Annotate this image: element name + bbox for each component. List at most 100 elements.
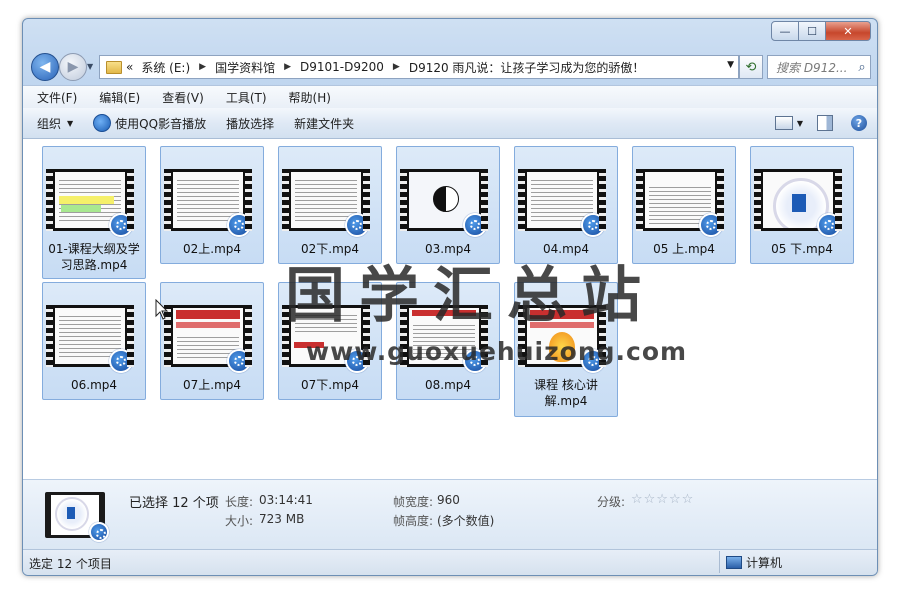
chevron-right-icon[interactable]: ▶ (194, 62, 211, 72)
computer-icon (726, 555, 742, 569)
arrow-left-icon: ◀ (39, 59, 51, 75)
file-tile[interactable]: 02上.mp4 (160, 146, 264, 264)
arrow-right-icon: ▶ (67, 59, 79, 75)
details-pane: 已选择 12 个项 长度: 03:14:41 大小: 723 MB 帧宽度: 9… (23, 479, 877, 550)
mouse-cursor-icon (155, 299, 169, 320)
length-label: 长度: (225, 495, 254, 509)
back-button[interactable]: ◀ (31, 53, 59, 81)
status-selection-text: 选定 12 个项目 (29, 557, 112, 571)
qq-player-icon (89, 522, 109, 542)
file-name: 06.mp4 (70, 378, 118, 392)
frame-width-value: 960 (437, 493, 460, 507)
search-icon[interactable]: ⌕ (854, 60, 870, 75)
qq-player-icon (699, 213, 723, 237)
minimize-button[interactable]: — (771, 21, 799, 41)
selection-count: 已选择 12 个项 (129, 496, 219, 511)
forward-button[interactable]: ▶ (59, 53, 87, 81)
caption-buttons: — ☐ ✕ (771, 21, 871, 41)
file-name: 07下.mp4 (300, 378, 360, 392)
refresh-icon: ⟲ (745, 59, 757, 75)
yin-yang-icon (433, 186, 459, 212)
organize-button[interactable]: 组织 ▼ (27, 115, 83, 132)
qq-player-icon (109, 213, 133, 237)
video-thumbnail (754, 169, 842, 237)
file-name: 02上.mp4 (182, 242, 242, 256)
file-tile[interactable]: 05 下.mp4 (750, 146, 854, 264)
video-thumbnail (46, 305, 134, 373)
explorer-window: — ☐ ✕ ◀ ▶ ▼ « 系统 (E:) ▶ 国学资料馆 ▶ D9101-D9… (22, 18, 878, 576)
breadcrumb-overflow[interactable]: « (122, 60, 137, 74)
status-bar: 选定 12 个项目 计算机 (23, 549, 877, 575)
change-view-icon[interactable] (774, 116, 793, 130)
video-thumbnail (164, 169, 252, 237)
file-name: 07上.mp4 (182, 378, 242, 392)
breadcrumb-folder-1[interactable]: 国学资料馆 (211, 59, 279, 76)
breadcrumb-drive[interactable]: 系统 (E:) (137, 59, 194, 76)
file-name: 课程 核心讲解.mp4 (534, 378, 598, 408)
search-box[interactable]: 搜索 D912... ⌕ (767, 55, 871, 79)
qq-player-icon (227, 213, 251, 237)
menu-edit[interactable]: 编辑(E) (91, 89, 148, 106)
file-name: 08.mp4 (424, 378, 472, 392)
frame-height-label: 帧高度: (393, 514, 434, 528)
help-icon[interactable]: ? (851, 115, 867, 131)
qq-player-icon (817, 213, 841, 237)
folder-icon (106, 60, 122, 74)
file-name: 01-课程大纲及学习思路.mp4 (48, 242, 140, 272)
maximize-button[interactable]: ☐ (799, 21, 826, 41)
close-button[interactable]: ✕ (826, 21, 871, 41)
view-controls: ▼ ? (771, 115, 877, 131)
organize-label: 组织 (37, 116, 62, 131)
selection-thumbnail (45, 492, 109, 542)
preview-pane-icon[interactable] (817, 115, 833, 131)
command-bar: 组织 ▼ 使用QQ影音播放 播放选择 新建文件夹 ▼ ? (23, 108, 877, 139)
qq-player-icon (109, 349, 133, 373)
qq-player-icon (345, 213, 369, 237)
address-bar[interactable]: « 系统 (E:) ▶ 国学资料馆 ▶ D9101-D9200 ▶ D9120 … (99, 55, 739, 79)
video-thumbnail (400, 169, 488, 237)
chevron-down-icon[interactable]: ▼ (797, 119, 803, 128)
menu-help[interactable]: 帮助(H) (281, 89, 339, 106)
new-folder-button[interactable]: 新建文件夹 (284, 115, 364, 132)
size-label: 大小: (225, 514, 254, 528)
chevron-down-icon[interactable]: ▼ (727, 60, 734, 70)
status-location-label: 计算机 (746, 555, 783, 570)
play-selection-button[interactable]: 播放选择 (216, 115, 284, 132)
video-thumbnail (518, 169, 606, 237)
video-thumbnail (164, 305, 252, 373)
qq-player-icon (93, 114, 112, 132)
menu-view[interactable]: 查看(V) (154, 89, 212, 106)
qq-player-icon (581, 213, 605, 237)
search-input[interactable]: 搜索 D912... (768, 59, 854, 76)
size-value: 723 MB (259, 512, 305, 526)
address-row: ◀ ▶ ▼ « 系统 (E:) ▶ 国学资料馆 ▶ D9101-D9200 ▶ … (23, 52, 877, 82)
video-thumbnail (282, 169, 370, 237)
file-tile[interactable]: 06.mp4 (42, 282, 146, 400)
menu-tools[interactable]: 工具(T) (218, 89, 275, 106)
menu-file[interactable]: 文件(F) (29, 89, 85, 106)
status-location: 计算机 (719, 551, 782, 573)
play-with-qq-button[interactable]: 使用QQ影音播放 (83, 114, 216, 132)
frame-height-value: (多个数值) (437, 514, 495, 528)
qq-player-icon (463, 213, 487, 237)
breadcrumb-folder-2[interactable]: D9101-D9200 (296, 60, 388, 74)
video-thumbnail (46, 169, 134, 237)
chevron-down-icon: ▼ (67, 118, 74, 128)
chevron-right-icon[interactable]: ▶ (388, 62, 405, 72)
frame-width-label: 帧宽度: (393, 495, 434, 509)
rating-label: 分级: (597, 495, 626, 509)
menu-bar: 文件(F) 编辑(E) 查看(V) 工具(T) 帮助(H) (23, 85, 877, 108)
watermark-url: www.guoxuehuizong.com (306, 337, 688, 366)
chevron-right-icon[interactable]: ▶ (279, 62, 296, 72)
length-value: 03:14:41 (259, 493, 313, 507)
recent-pages-dropdown[interactable]: ▼ (87, 62, 93, 71)
qq-player-icon (227, 349, 251, 373)
watermark-title: 国学汇总站 (285, 261, 655, 331)
file-name: 05 下.mp4 (771, 242, 833, 256)
file-tile[interactable]: 07上.mp4 (160, 282, 264, 400)
refresh-button[interactable]: ⟲ (739, 55, 763, 79)
rating-stars[interactable]: ☆☆☆☆☆ (631, 492, 694, 507)
breadcrumb-folder-3[interactable]: D9120 雨凡说：让孩子学习成为您的骄傲！ (405, 59, 649, 76)
file-tile[interactable]: 01-课程大纲及学习思路.mp4 (42, 146, 146, 279)
video-thumbnail (636, 169, 724, 237)
